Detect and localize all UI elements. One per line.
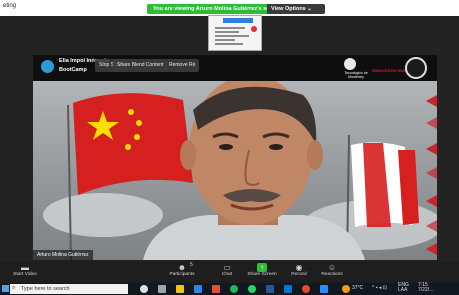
language-indicator[interactable]: ENG LAA xyxy=(398,283,409,293)
overlay-label-2: BootCamp xyxy=(59,67,87,73)
meeting-controls-bar: ▬ Start Video ☻ Participants 5 ▭ Chat ↑ … xyxy=(0,261,459,283)
participants-icon: ☻ xyxy=(177,263,187,272)
language-sub: LAA xyxy=(398,287,408,293)
taskbar-search-box[interactable]: ⌕ Type here to search xyxy=(10,284,128,294)
share-content-pill[interactable]: Share Blend Content xyxy=(113,59,168,72)
decor-triangle xyxy=(426,195,437,207)
participants-count: 5 xyxy=(190,262,193,268)
tec-label: Tecnológico de Monterrey xyxy=(344,71,368,79)
reactions-button[interactable]: ☺ Reactions xyxy=(315,262,349,282)
preview-header xyxy=(223,18,253,23)
remove-pill[interactable]: Remove Ré xyxy=(165,59,200,72)
search-icon: ⌕ xyxy=(12,285,16,291)
clock[interactable]: 7:15 7/22/... xyxy=(418,283,433,293)
app-icon[interactable] xyxy=(212,285,220,293)
task-view-icon[interactable] xyxy=(158,285,166,293)
decor-triangle xyxy=(426,143,437,155)
edge-icon[interactable] xyxy=(194,285,202,293)
decor-triangle xyxy=(426,220,437,232)
decor-triangle xyxy=(426,95,437,107)
preview-line xyxy=(215,27,245,29)
share-screen-button[interactable]: ↑ Share Screen xyxy=(245,262,279,282)
whatsapp-icon[interactable] xyxy=(248,285,256,293)
file-explorer-icon[interactable] xyxy=(176,285,184,293)
start-video-label: Start Video xyxy=(13,272,37,277)
preview-line xyxy=(215,31,239,33)
temperature: 37°C xyxy=(352,285,364,291)
video-camera-icon: ▬ xyxy=(21,263,29,272)
video-scene xyxy=(43,75,437,260)
screen-share-banner: You are viewing Arturo Molina Gutiérrez'… xyxy=(147,4,325,14)
chrome-icon[interactable] xyxy=(302,285,310,293)
view-options-button[interactable]: View Options ⌄ xyxy=(267,4,325,14)
bootcamp-logo-icon xyxy=(41,60,54,73)
presenter-name-tag: Arturo Molina Gutiérrez xyxy=(33,250,93,260)
decor-triangle xyxy=(426,167,437,179)
reactions-label: Reactions xyxy=(321,272,343,277)
share-screen-label: Share Screen xyxy=(247,272,277,277)
hub-label: INNOVATION HUB xyxy=(372,68,407,73)
tec-logo-icon xyxy=(344,58,356,70)
windows-start-icon[interactable] xyxy=(2,285,9,292)
start-video-button[interactable]: ▬ Start Video xyxy=(8,262,42,282)
decor-triangle xyxy=(426,117,437,129)
preview-line xyxy=(215,39,235,41)
preview-line xyxy=(215,43,243,45)
tray-icons[interactable]: ^ ▪ ◂ ⊡ xyxy=(372,285,387,291)
word-icon[interactable] xyxy=(266,285,274,293)
share-preview-thumbnail[interactable] xyxy=(208,15,262,51)
cortana-icon[interactable] xyxy=(140,285,148,293)
china-flag xyxy=(73,93,193,195)
zoom-meeting-screen: eting You are viewing Arturo Molina Guti… xyxy=(0,0,459,295)
window-title: eting xyxy=(3,3,17,9)
emblem-logo-icon xyxy=(405,57,427,79)
windows-taskbar: ⌕ Type here to search 37°C ^ ▪ ◂ ⊡ ENG L… xyxy=(0,283,459,295)
participants-label: Participants xyxy=(169,272,195,277)
record-icon: ◉ xyxy=(295,263,303,272)
share-screen-icon: ↑ xyxy=(257,263,267,272)
reactions-icon: ☺ xyxy=(327,263,337,272)
record-label: Record xyxy=(291,272,307,277)
outlook-icon[interactable] xyxy=(284,285,292,293)
spotify-icon[interactable] xyxy=(230,285,238,293)
decor-triangle xyxy=(426,243,437,255)
chat-button[interactable]: ▭ Chat xyxy=(210,262,244,282)
preview-line xyxy=(215,35,249,37)
weather-icon xyxy=(342,285,350,293)
search-placeholder: Type here to search xyxy=(21,286,70,292)
clock-date: 7/22/... xyxy=(418,287,434,293)
shared-video-panel: Elia Impoi Innoveta BootCamp Stop Share … xyxy=(33,55,437,260)
chat-label: Chat xyxy=(221,272,233,277)
zoom-icon[interactable] xyxy=(320,285,328,293)
banner-text: You are viewing Arturo Molina Gutiérrez'… xyxy=(153,5,281,12)
record-button[interactable]: ◉ Record xyxy=(282,262,316,282)
chat-icon: ▭ xyxy=(223,263,231,272)
participants-button[interactable]: ☻ Participants xyxy=(165,262,199,282)
preview-dot-icon xyxy=(251,26,257,32)
